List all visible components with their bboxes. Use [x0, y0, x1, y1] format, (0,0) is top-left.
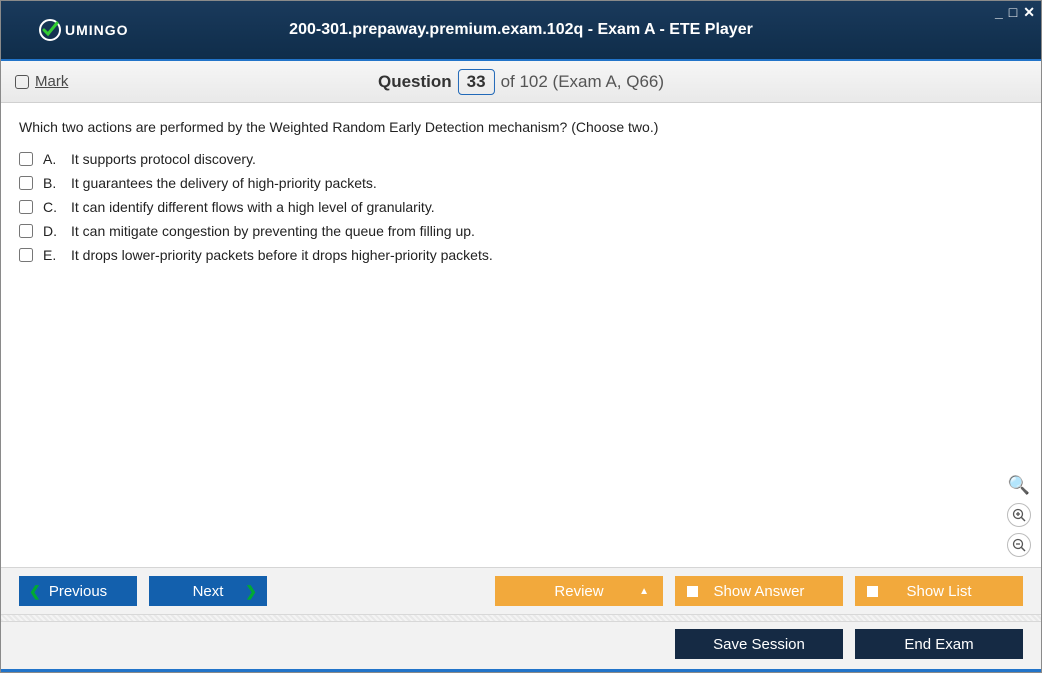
- show-answer-button[interactable]: Show Answer: [675, 576, 843, 606]
- option-checkbox[interactable]: [19, 152, 33, 166]
- save-session-button[interactable]: Save Session: [675, 629, 843, 659]
- window-title: 200-301.prepaway.premium.exam.102q - Exa…: [289, 21, 753, 39]
- triangle-up-icon: ▲: [639, 586, 649, 597]
- option-d[interactable]: D. It can mitigate congestion by prevent…: [19, 223, 1023, 239]
- checkbox-icon: [15, 75, 29, 89]
- next-button[interactable]: Next ❯: [149, 576, 267, 606]
- question-label: Question: [378, 72, 452, 92]
- title-bar: UMINGO 200-301.prepaway.premium.exam.102…: [1, 1, 1041, 61]
- bottom-toolbar: ❮ Previous Next ❯ Review ▲ Show Answer Show…: [1, 567, 1041, 669]
- option-checkbox[interactable]: [19, 200, 33, 214]
- session-row: Save Session End Exam: [1, 622, 1041, 669]
- option-c[interactable]: C. It can identify different flows with …: [19, 199, 1023, 215]
- option-checkbox[interactable]: [19, 176, 33, 190]
- question-text: Which two actions are performed by the W…: [19, 119, 1023, 135]
- options-list: A. It supports protocol discovery. B. It…: [19, 151, 1023, 263]
- window-controls: _ □ ✕: [995, 5, 1035, 19]
- zoom-in-icon[interactable]: [1007, 503, 1031, 527]
- option-text: It guarantees the delivery of high-prior…: [71, 175, 377, 191]
- option-letter: D.: [43, 223, 61, 239]
- option-e[interactable]: E. It drops lower-priority packets befor…: [19, 247, 1023, 263]
- logo-text: UMINGO: [65, 22, 129, 38]
- square-icon: [687, 586, 698, 597]
- zoom-tools: 🔍: [1007, 473, 1031, 557]
- mark-checkbox[interactable]: Mark: [15, 73, 68, 90]
- option-letter: A.: [43, 151, 61, 167]
- button-label: Next: [193, 583, 224, 600]
- nav-row: ❮ Previous Next ❯ Review ▲ Show Answer Show…: [1, 568, 1041, 614]
- button-label: Review: [554, 583, 603, 600]
- previous-button[interactable]: ❮ Previous: [19, 576, 137, 606]
- end-exam-button[interactable]: End Exam: [855, 629, 1023, 659]
- chevron-left-icon: ❮: [29, 583, 41, 600]
- option-a[interactable]: A. It supports protocol discovery.: [19, 151, 1023, 167]
- option-text: It supports protocol discovery.: [71, 151, 256, 167]
- review-button[interactable]: Review ▲: [495, 576, 663, 606]
- app-logo: UMINGO: [39, 19, 129, 41]
- option-b[interactable]: B. It guarantees the delivery of high-pr…: [19, 175, 1023, 191]
- show-list-button[interactable]: Show List: [855, 576, 1023, 606]
- maximize-icon[interactable]: □: [1009, 5, 1017, 19]
- option-checkbox[interactable]: [19, 224, 33, 238]
- button-label: Show List: [906, 583, 971, 600]
- logo-checkmark-icon: [39, 19, 61, 41]
- button-label: Previous: [49, 583, 107, 600]
- option-text: It drops lower-priority packets before i…: [71, 247, 493, 263]
- question-content: Which two actions are performed by the W…: [1, 103, 1041, 567]
- option-text: It can mitigate congestion by preventing…: [71, 223, 475, 239]
- square-icon: [867, 586, 878, 597]
- question-number: 33: [458, 69, 495, 95]
- zoom-out-icon[interactable]: [1007, 533, 1031, 557]
- divider: [1, 614, 1041, 622]
- question-of-text: of 102 (Exam A, Q66): [501, 72, 664, 92]
- footer-accent: [1, 669, 1041, 672]
- button-label: Show Answer: [714, 583, 805, 600]
- question-counter: Question 33 of 102 (Exam A, Q66): [378, 69, 664, 95]
- close-icon[interactable]: ✕: [1023, 5, 1035, 19]
- chevron-right-icon: ❯: [245, 583, 257, 600]
- option-letter: E.: [43, 247, 61, 263]
- option-letter: B.: [43, 175, 61, 191]
- minimize-icon[interactable]: _: [995, 5, 1003, 19]
- search-icon[interactable]: 🔍: [1007, 473, 1031, 497]
- option-checkbox[interactable]: [19, 248, 33, 262]
- option-letter: C.: [43, 199, 61, 215]
- option-text: It can identify different flows with a h…: [71, 199, 435, 215]
- question-header: Mark Question 33 of 102 (Exam A, Q66): [1, 61, 1041, 103]
- mark-label: Mark: [35, 73, 68, 90]
